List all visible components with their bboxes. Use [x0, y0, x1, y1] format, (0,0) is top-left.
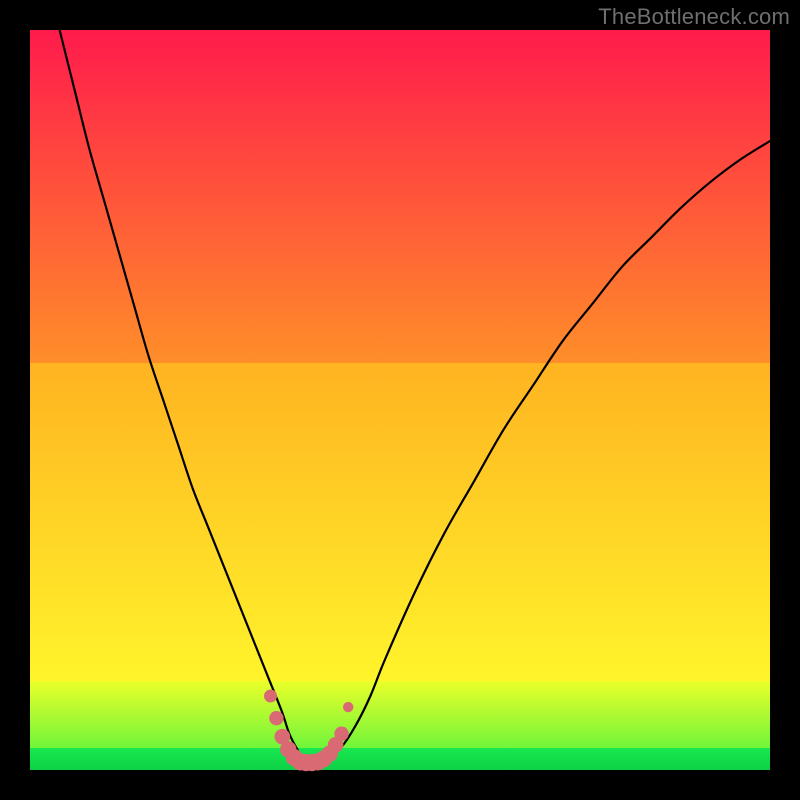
bottleneck-chart	[0, 0, 800, 800]
plot-background	[30, 30, 770, 770]
highlight-dot	[264, 690, 277, 703]
highlight-dot	[269, 711, 283, 725]
chart-frame: TheBottleneck.com	[0, 0, 800, 800]
highlight-dot	[334, 727, 348, 741]
watermark-label: TheBottleneck.com	[598, 4, 790, 30]
highlight-dot	[343, 702, 353, 712]
